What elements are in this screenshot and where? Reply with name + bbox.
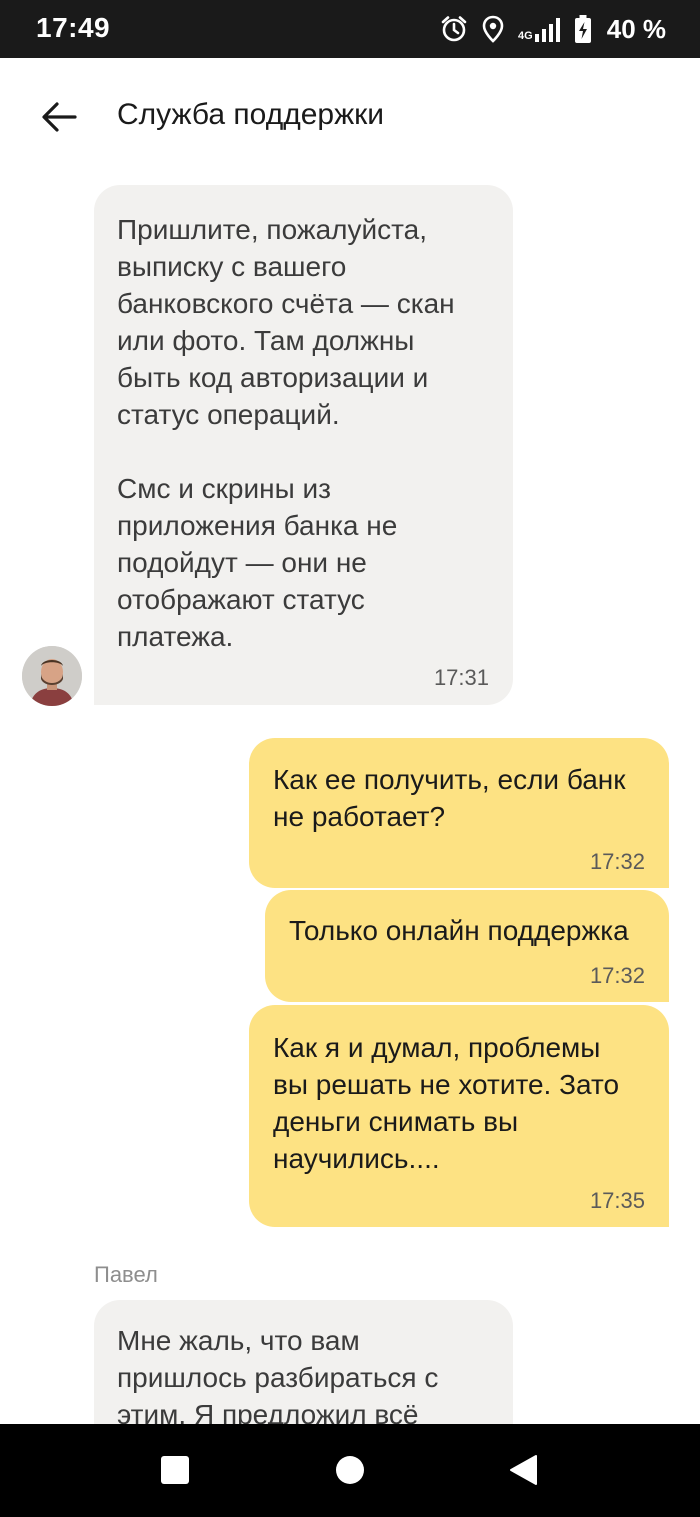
message-time: 17:32 <box>589 849 645 874</box>
back-nav-button[interactable] <box>503 1452 543 1492</box>
status-icons: 4G 40 % <box>440 12 666 46</box>
network-type: 4G <box>518 30 533 42</box>
avatar[interactable] <box>22 646 82 706</box>
message-text: Мне жаль, что вам пришлось разбираться с… <box>117 1325 439 1430</box>
status-bar: 17:49 4G 40 % <box>0 0 700 58</box>
message-time: 17:31 <box>433 665 489 690</box>
battery-charging-icon <box>574 15 591 43</box>
battery-percent: 40 % <box>606 13 666 44</box>
back-triangle-icon <box>508 1454 538 1491</box>
message-outgoing[interactable]: Только онлайн поддержка 17:32 <box>265 890 669 1002</box>
alarm-icon <box>440 15 468 43</box>
navigation-bar <box>0 1424 700 1517</box>
signal-icon: 4G <box>518 16 561 42</box>
recents-square-icon <box>161 1455 189 1489</box>
message-text: Только онлайн поддержка <box>289 915 629 946</box>
support-agent-avatar-icon <box>22 646 82 706</box>
page-title: Служба поддержки <box>117 98 385 131</box>
message-incoming[interactable]: Пришлите, пожалуйста, выписку с вашего б… <box>94 185 513 705</box>
message-text: Как ее получить, если банк не работает? <box>273 764 626 832</box>
message-time: 17:32 <box>589 963 645 988</box>
status-time: 17:49 <box>36 12 111 43</box>
recents-button[interactable] <box>155 1452 195 1492</box>
message-text: Пришлите, пожалуйста, выписку с вашего б… <box>117 214 455 652</box>
home-circle-icon <box>336 1455 364 1489</box>
message-outgoing[interactable]: Как ее получить, если банк не работает? … <box>249 738 669 888</box>
back-button[interactable] <box>36 96 82 142</box>
location-icon <box>482 15 504 43</box>
message-outgoing[interactable]: Как я и думал, проблемы вы решать не хот… <box>249 1005 669 1227</box>
sender-name: Павел <box>94 1262 158 1287</box>
home-button[interactable] <box>330 1452 370 1492</box>
message-time: 17:35 <box>589 1188 645 1213</box>
message-text: Как я и думал, проблемы вы решать не хот… <box>273 1032 620 1174</box>
chat-header: Служба поддержки <box>0 58 700 178</box>
arrow-left-icon <box>41 101 77 138</box>
